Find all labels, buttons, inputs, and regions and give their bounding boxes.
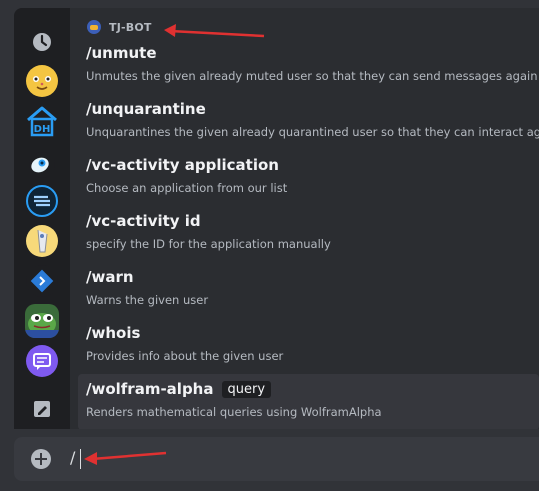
command-param-chip: query <box>221 380 272 398</box>
command-description: Provides info about the given user <box>86 349 284 363</box>
autocomplete-popup: DH TJ-BOT /unmute Unmutes the given alre… <box>14 8 539 429</box>
bot-section-header: TJ-BOT <box>87 17 152 37</box>
server-dh-house-icon[interactable]: DH <box>25 104 59 138</box>
bot-name: TJ-BOT <box>109 20 152 34</box>
server-s-logo-icon[interactable] <box>25 184 59 218</box>
svg-text:DH: DH <box>34 124 51 135</box>
annotation-arrow-icon <box>84 451 167 465</box>
command-name: /vc-activity application <box>86 156 279 174</box>
command-description: Unquarantines the given already quaranti… <box>86 125 539 139</box>
command-option[interactable]: /warn Warns the given user <box>78 262 539 318</box>
command-description: Renders mathematical queries using Wolfr… <box>86 405 382 419</box>
command-description: Choose an application from our list <box>86 181 288 195</box>
command-source-rail: DH <box>14 8 70 429</box>
command-name: /vc-activity id <box>86 212 201 230</box>
command-description: Unmutes the given already muted user so … <box>86 69 538 83</box>
command-description: specify the ID for the application manua… <box>86 237 331 251</box>
command-list: TJ-BOT /unmute Unmutes the given already… <box>70 8 539 429</box>
server-pencil-icon[interactable] <box>25 392 59 426</box>
command-description: Warns the given user <box>86 293 209 307</box>
server-frog-icon[interactable] <box>25 304 59 338</box>
server-cat-icon[interactable] <box>25 64 59 98</box>
message-input[interactable]: / <box>70 448 75 467</box>
command-name: /wolfram-alpha query <box>86 380 272 398</box>
command-name-text: /wolfram-alpha <box>86 380 214 398</box>
annotation-arrow-icon <box>164 24 265 38</box>
server-chat-bubble-icon[interactable] <box>25 344 59 378</box>
add-attachment-button[interactable] <box>31 449 51 469</box>
command-option[interactable]: /vc-activity id specify the ID for the a… <box>78 206 539 262</box>
server-yellow-creature-icon[interactable] <box>25 224 59 258</box>
recent-clock-icon[interactable] <box>25 25 59 59</box>
command-name: /unmute <box>86 44 157 62</box>
command-name: /whois <box>86 324 141 342</box>
command-name: /warn <box>86 268 134 286</box>
server-eyeball-icon[interactable] <box>25 148 59 182</box>
command-name: /unquarantine <box>86 100 206 118</box>
command-option[interactable]: /whois Provides info about the given use… <box>78 318 539 374</box>
command-option[interactable]: /unmute Unmutes the given already muted … <box>78 38 539 94</box>
command-option[interactable]: /vc-activity application Choose an appli… <box>78 150 539 206</box>
server-diamond-code-icon[interactable] <box>25 264 59 298</box>
bot-avatar-icon <box>87 20 101 34</box>
command-option-selected[interactable]: /wolfram-alpha query Renders mathematica… <box>78 374 539 429</box>
command-option[interactable]: /unquarantine Unquarantines the given al… <box>78 94 539 150</box>
